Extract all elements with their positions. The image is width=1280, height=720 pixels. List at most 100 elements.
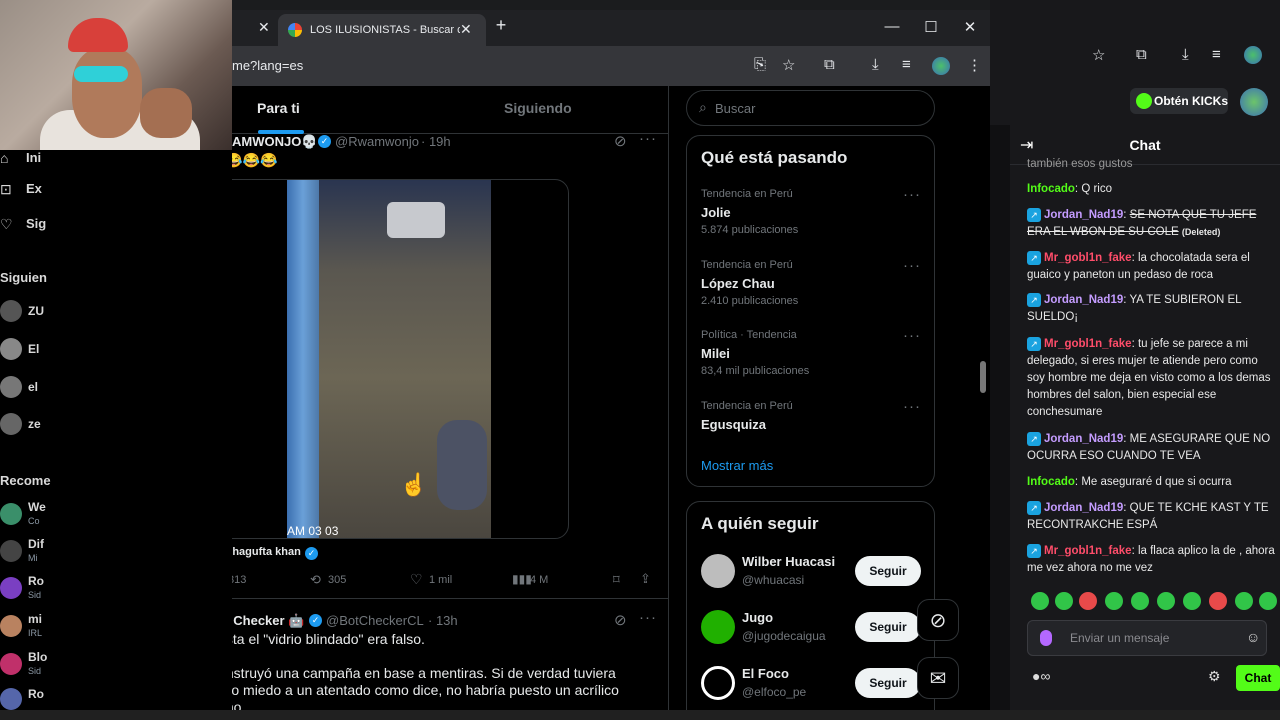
follow-handle[interactable]: @elfoco_pe [742, 685, 806, 699]
close-tab-icon[interactable]: ✕ [258, 19, 270, 36]
more-options-icon[interactable]: ··· [903, 398, 921, 415]
tweet-author-name[interactable]: AMWONJO💀 [232, 134, 318, 150]
like-heart-icon[interactable]: ♡ [410, 571, 423, 588]
bookmark-star-icon[interactable]: ☆ [782, 56, 795, 74]
emote-icon[interactable] [1079, 592, 1097, 610]
follow-button[interactable]: Seguir [855, 668, 921, 698]
from-author[interactable]: Shagufta khan [232, 546, 301, 558]
more-options-icon[interactable]: ··· [903, 257, 921, 274]
grok-explain-icon[interactable]: ⊘ [614, 611, 628, 629]
emote-icon[interactable] [1209, 592, 1227, 610]
media-control-icon[interactable]: ≡ [1212, 46, 1221, 63]
extensions-icon[interactable]: ⧉ [1136, 46, 1147, 63]
avatar[interactable] [0, 503, 22, 525]
avatar[interactable] [0, 376, 22, 398]
emote-icon[interactable] [1235, 592, 1253, 610]
views-chart-icon[interactable]: ▮▮▮ [512, 572, 532, 586]
download-icon[interactable]: ⤓ [872, 56, 879, 73]
views-count[interactable]: 4 M [530, 574, 548, 586]
chat-user[interactable]: Jordan_Nad19 [1044, 502, 1123, 514]
tweet-handle[interactable]: @Rwamwonjo [335, 134, 419, 149]
tweet-author-name[interactable]: Bot Checker 🤖 [232, 613, 304, 629]
download-icon[interactable]: ⤓ [1182, 46, 1189, 63]
show-more-link[interactable]: Mostrar más [701, 458, 773, 473]
reply-count[interactable]: 313 [232, 574, 246, 586]
avatar[interactable] [701, 554, 735, 588]
avatar[interactable] [0, 653, 22, 675]
user-avatar[interactable] [1240, 88, 1268, 116]
avatar[interactable] [0, 540, 22, 562]
messages-float-icon[interactable]: ✉ [917, 657, 959, 699]
url-text[interactable]: me?lang=es [232, 58, 303, 73]
grok-float-icon[interactable]: ⊘ [917, 599, 959, 641]
repost-count[interactable]: 305 [328, 574, 346, 586]
more-options-icon[interactable]: ··· [903, 186, 921, 203]
avatar[interactable] [0, 300, 22, 322]
extensions-icon[interactable]: ⧉ [824, 56, 835, 73]
tweet-time[interactable]: · 19h [421, 134, 451, 149]
avatar[interactable] [701, 610, 735, 644]
emote-icon[interactable] [1259, 592, 1277, 610]
profile-avatar[interactable] [1244, 46, 1262, 64]
emote-icon[interactable] [1055, 592, 1073, 610]
maximize-icon[interactable]: ☐ [916, 18, 946, 36]
share-icon[interactable]: ⇪ [640, 571, 651, 587]
microphone-icon[interactable] [1040, 630, 1052, 646]
tweet-time[interactable]: · 13h [428, 613, 458, 628]
bookmark-star-icon[interactable]: ☆ [1092, 46, 1105, 64]
follow-name[interactable]: Jugo [742, 610, 773, 625]
more-options-icon[interactable]: ··· [903, 327, 921, 344]
media-control-icon[interactable]: ≡ [902, 56, 911, 73]
chat-user[interactable]: Mr_gobl1n_fake [1044, 545, 1132, 557]
send-chat-button[interactable]: Chat [1236, 665, 1280, 691]
tweet-video[interactable]: AM 03 03 ☝ [232, 179, 569, 539]
profile-avatar[interactable] [932, 57, 950, 75]
new-tab-icon[interactable]: + [486, 15, 516, 36]
follow-handle[interactable]: @jugodecaigua [742, 629, 826, 643]
menu-kebab-icon[interactable]: ⋮ [967, 56, 982, 74]
avatar[interactable] [0, 338, 22, 360]
get-kicks-button[interactable]: Obtén KICKs [1130, 88, 1228, 114]
more-options-icon[interactable]: ··· [639, 609, 657, 626]
chat-user[interactable]: Mr_gobl1n_fake [1044, 252, 1132, 264]
emote-icon[interactable] [1183, 592, 1201, 610]
avatar[interactable] [0, 577, 22, 599]
chat-user[interactable]: Infocado [1027, 476, 1075, 488]
close-window-icon[interactable]: ✕ [955, 18, 985, 36]
follow-handle[interactable]: @whuacasi [742, 573, 804, 587]
emote-icon[interactable] [1031, 592, 1049, 610]
avatar[interactable] [701, 666, 735, 700]
more-options-icon[interactable]: ··· [639, 130, 657, 147]
emote-icon[interactable] [1105, 592, 1123, 610]
emote-icon[interactable] [1131, 592, 1149, 610]
avatar[interactable] [0, 413, 22, 435]
search-input[interactable]: ⌕ Buscar [686, 90, 935, 126]
follow-name[interactable]: El Foco [742, 666, 789, 681]
avatar[interactable] [0, 615, 22, 637]
tab-for-you[interactable]: Para ti [257, 100, 300, 116]
repost-icon[interactable]: ⟲ [310, 572, 321, 588]
tweet-handle[interactable]: @BotCheckerCL [326, 613, 424, 628]
address-bar[interactable]: me?lang=es ⎘ ☆ ⧉ ⤓ ≡ ⋮ [232, 46, 990, 86]
chat-user[interactable]: Infocado [1027, 183, 1075, 195]
chat-user[interactable]: Jordan_Nad19 [1044, 209, 1123, 221]
tab-active[interactable]: LOS ILUSIONISTAS - Buscar con ✕ [278, 14, 486, 46]
scrollbar[interactable] [980, 361, 986, 393]
emoji-icon[interactable]: ☺ [1246, 629, 1260, 645]
chat-user[interactable]: Jordan_Nad19 [1044, 294, 1123, 306]
tab-following[interactable]: Siguiendo [504, 100, 572, 116]
follow-button[interactable]: Seguir [855, 556, 921, 586]
close-tab-icon[interactable]: ✕ [460, 21, 472, 38]
chat-user[interactable]: Mr_gobl1n_fake [1044, 338, 1132, 350]
minimize-icon[interactable]: — [877, 18, 907, 35]
bookmark-icon[interactable]: ⌑ [613, 572, 620, 588]
like-count[interactable]: 1 mil [429, 574, 452, 586]
chat-message-input[interactable]: Enviar un mensaje ☺ [1027, 620, 1267, 656]
emote-icon[interactable] [1157, 592, 1175, 610]
settings-gear-icon[interactable]: ⚙ [1208, 668, 1221, 685]
avatar[interactable] [0, 688, 22, 710]
chat-user[interactable]: Jordan_Nad19 [1044, 433, 1123, 445]
follow-name[interactable]: Wilber Huacasi [742, 554, 835, 569]
install-app-icon[interactable]: ⎘ [754, 56, 766, 73]
follow-button[interactable]: Seguir [855, 612, 921, 642]
